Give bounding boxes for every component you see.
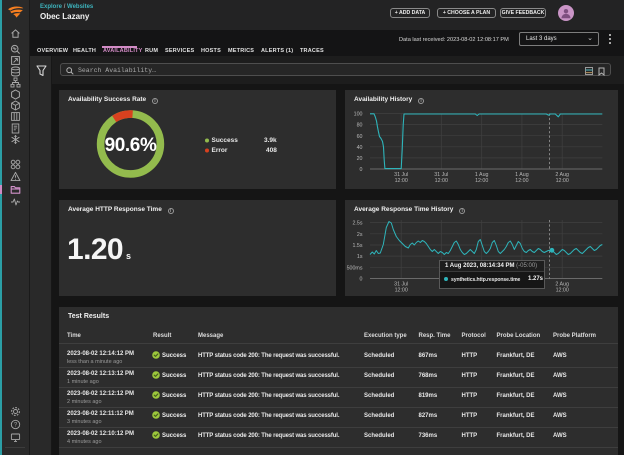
svg-text:2.5s: 2.5s [352,221,362,227]
svg-text:12:00: 12:00 [395,288,408,294]
svg-text:2s: 2s [357,232,363,238]
svg-text:1.5s: 1.5s [352,243,362,249]
svg-text:500ms: 500ms [347,265,363,271]
svg-text:0: 0 [360,167,363,173]
svg-text:12:00: 12:00 [556,288,569,294]
svg-text:12:00: 12:00 [475,178,488,184]
svg-text:12:00: 12:00 [515,178,528,184]
svg-text:?: ? [14,422,18,428]
svg-text:80: 80 [357,123,363,129]
svg-text:12:00: 12:00 [435,178,448,184]
svg-text:100: 100 [354,112,363,118]
svg-text:12:00: 12:00 [556,178,569,184]
svg-text:40: 40 [357,145,363,151]
svg-text:1s: 1s [357,254,363,260]
svg-text:12:00: 12:00 [395,178,408,184]
svg-text:0: 0 [360,277,363,283]
svg-text:60: 60 [357,134,363,140]
svg-text:20: 20 [357,156,363,162]
